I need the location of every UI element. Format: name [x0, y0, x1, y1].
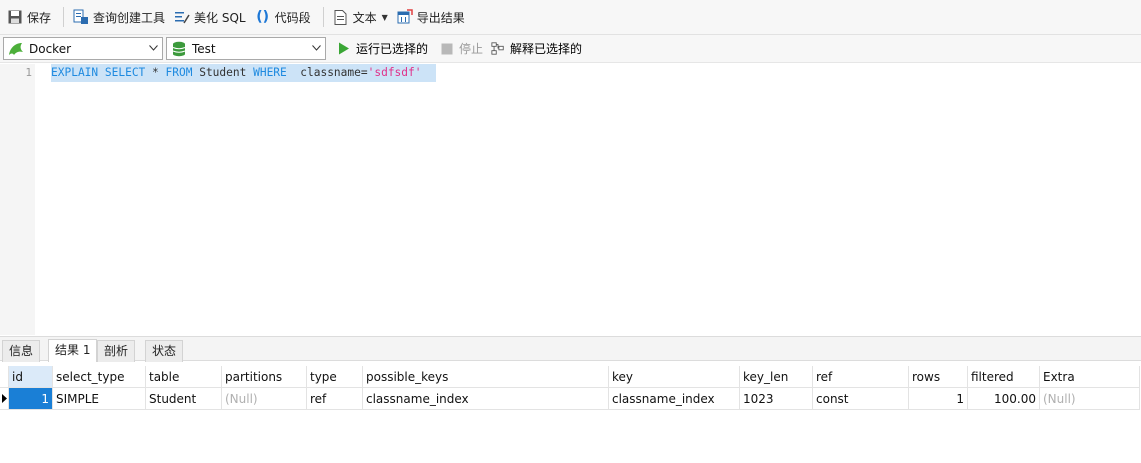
toolbar-divider [322, 7, 324, 27]
beautify-sql-button[interactable]: 美化 SQL [171, 5, 249, 29]
column-header[interactable]: select_type [53, 366, 146, 388]
column-header[interactable]: filtered [968, 366, 1040, 388]
query-builder-icon [73, 9, 89, 25]
chevron-down-icon [148, 42, 158, 54]
beautify-icon [174, 9, 190, 25]
connection-toolbar: Docker Test 运行已选择的 停止 解释已选择的 [0, 35, 1141, 63]
column-header[interactable]: table [146, 366, 222, 388]
main-toolbar: 保存 查询创建工具 美化 SQL () 代码段 文本 ▼ 导出结果 [0, 0, 1141, 35]
sql-keyword: EXPLAIN SELECT [51, 66, 146, 79]
column-header[interactable]: key [609, 366, 740, 388]
column-header[interactable]: type [307, 366, 363, 388]
sql-keyword: FROM [165, 66, 193, 79]
database-icon [170, 40, 188, 58]
export-icon [397, 9, 413, 25]
code-snippet-button[interactable]: () 代码段 [252, 5, 314, 29]
run-selected-label: 运行已选择的 [356, 42, 429, 56]
table-cell[interactable]: Student [146, 388, 222, 410]
table-cell[interactable]: 1 [9, 388, 53, 410]
connection-select[interactable]: Docker [3, 37, 163, 60]
text-mode-label: 文本 [352, 10, 377, 25]
table-cell[interactable]: ref [307, 388, 363, 410]
column-header[interactable]: rows [909, 366, 968, 388]
table-header-row: id select_type table partitions type pos… [0, 366, 1141, 388]
query-builder-button[interactable]: 查询创建工具 [70, 5, 168, 29]
column-header[interactable]: key_len [740, 366, 813, 388]
line-number-gutter: 1 [0, 64, 35, 335]
tab-result-1[interactable]: 结果 1 [48, 339, 98, 362]
current-row-arrow-icon [0, 388, 9, 410]
database-value: Test [192, 41, 216, 56]
stop-icon [440, 42, 454, 56]
column-header[interactable]: Extra [1040, 366, 1140, 388]
save-icon [7, 9, 23, 25]
query-builder-label: 查询创建工具 [93, 10, 166, 25]
table-cell[interactable]: (Null) [222, 388, 307, 410]
dolphin-icon [7, 40, 25, 58]
document-icon [333, 9, 349, 25]
tab-status[interactable]: 状态 [145, 340, 184, 362]
tab-profile[interactable]: 剖析 [97, 340, 136, 362]
stop-button[interactable]: 停止 [436, 38, 487, 60]
column-header[interactable]: partitions [222, 366, 307, 388]
run-selected-button[interactable]: 运行已选择的 [333, 38, 432, 60]
table-cell[interactable]: 100.00 [968, 388, 1040, 410]
database-select[interactable]: Test [166, 37, 326, 60]
table-cell[interactable]: classname_index [609, 388, 740, 410]
text-mode-dropdown[interactable]: 文本 ▼ [330, 5, 391, 29]
table-cell[interactable]: const [813, 388, 909, 410]
table-cell[interactable]: (Null) [1040, 388, 1140, 410]
explain-icon [491, 42, 505, 56]
stop-label: 停止 [459, 42, 484, 56]
column-header[interactable]: id [9, 366, 53, 388]
snippet-label: 代码段 [274, 10, 311, 25]
table-cell[interactable]: 1 [909, 388, 968, 410]
beautify-label: 美化 SQL [194, 10, 246, 25]
table-row[interactable]: 1 SIMPLE Student (Null) ref classname_in… [0, 388, 1141, 410]
result-tabs: 信息 结果 1 剖析 状态 [0, 336, 1141, 362]
export-label: 导出结果 [416, 10, 465, 25]
braces-icon: () [256, 9, 269, 25]
table-cell[interactable]: SIMPLE [53, 388, 146, 410]
sql-editor[interactable]: 1 EXPLAIN SELECT * FROM Student WHERE cl… [0, 64, 1141, 335]
sql-identifier: classname= [286, 66, 368, 79]
explain-selected-label: 解释已选择的 [510, 42, 583, 56]
save-button[interactable]: 保存 [4, 5, 54, 29]
chevron-down-icon [311, 42, 321, 54]
row-indicator-header [0, 366, 9, 388]
connection-value: Docker [29, 41, 72, 56]
dropdown-arrow-icon: ▼ [381, 12, 388, 22]
explain-selected-button[interactable]: 解释已选择的 [487, 38, 586, 60]
sql-operator: * [145, 66, 166, 79]
line-number: 1 [25, 66, 32, 79]
sql-string: 'sdfsdf' [367, 66, 422, 79]
tab-info[interactable]: 信息 [2, 340, 41, 362]
table-cell[interactable]: classname_index [363, 388, 609, 410]
code-line-selected[interactable]: EXPLAIN SELECT * FROM Student WHERE clas… [51, 64, 436, 82]
column-header[interactable]: possible_keys [363, 366, 609, 388]
table-cell[interactable]: 1023 [740, 388, 813, 410]
sql-identifier: Student [192, 66, 254, 79]
column-header[interactable]: ref [813, 366, 909, 388]
sql-keyword: WHERE [253, 66, 287, 79]
save-label: 保存 [27, 10, 52, 25]
play-icon [337, 42, 351, 56]
export-results-button[interactable]: 导出结果 [394, 5, 468, 29]
toolbar-divider [63, 7, 65, 27]
